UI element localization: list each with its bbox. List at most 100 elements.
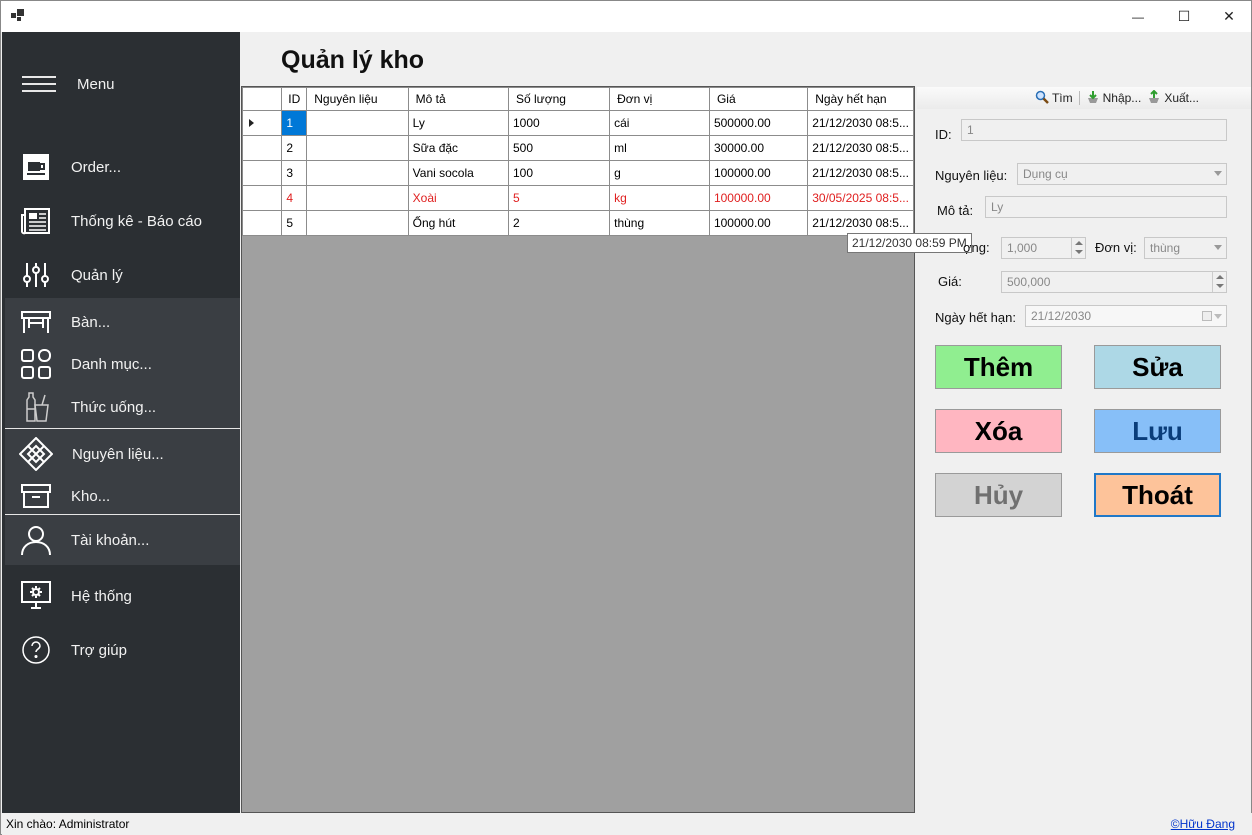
row-header[interactable] [241,210,283,236]
quantity-stepper[interactable]: 1,000 [1001,237,1086,259]
exit-button[interactable]: Thoát [1094,473,1221,517]
cell-ingredient[interactable] [306,110,409,136]
cell-description[interactable]: Xoài [407,185,509,211]
expiry-label: Ngày hết hạn: [935,310,1016,325]
user-icon [19,523,53,557]
column-header-unit[interactable]: Đơn vị [609,87,710,111]
column-header-quantity[interactable]: Số lượng [507,87,611,111]
delete-button[interactable]: Xóa [935,409,1062,453]
inventory-grid[interactable]: ID Nguyên liệu Mô tả Số lượng Đơn vị Giá… [241,86,915,813]
close-button[interactable]: ✕ [1206,1,1252,32]
table-row[interactable]: 2 Sữa đặc 500 ml 30000.00 21/12/2030 08:5... [241,135,914,161]
cell-unit[interactable]: kg [609,185,710,211]
cell-description[interactable]: Vani socola [407,160,509,186]
description-field[interactable]: Ly [985,196,1227,218]
spinner-arrows-icon[interactable] [1212,272,1226,292]
column-header-price[interactable]: Giá [708,87,809,111]
cell-description[interactable]: Sữa đặc [407,135,509,161]
quantity-value: 1,000 [1007,241,1038,255]
find-button[interactable]: Tìm [1035,90,1073,107]
menu-label: Menu [77,75,115,93]
cell-expiry[interactable]: 21/12/2030 08:5... [807,210,914,236]
maximize-button[interactable]: ☐ [1161,1,1207,32]
cell-ingredient[interactable] [306,135,409,161]
add-button[interactable]: Thêm [935,345,1062,389]
table-row[interactable]: 3 Vani socola 100 g 100000.00 21/12/2030 08:5… [241,160,914,186]
cell-expiry[interactable]: 21/12/2030 08:5... [807,135,914,161]
row-header[interactable] [241,185,283,211]
table-row[interactable]: 5 Ống hút 2 thùng 100000.00 21/12/2030 08:5..… [241,210,914,236]
row-header[interactable] [241,160,283,186]
sidebar-item-warehouse[interactable]: Kho... [2,479,240,513]
sidebar-item-account[interactable]: Tài khoản... [2,523,240,557]
cell-price[interactable]: 500000.00 [708,110,809,136]
price-value: 500,000 [1007,275,1051,289]
cell-expiry[interactable]: 21/12/2030 08:5... [807,160,914,186]
import-button[interactable]: Nhập... [1086,90,1141,107]
cell-description[interactable]: Ống hút [407,210,509,236]
cancel-button[interactable]: Hủy [935,473,1062,517]
cell-unit[interactable]: g [609,160,710,186]
cell-ingredient[interactable] [306,210,409,236]
sidebar-item-help[interactable]: Trợ giúp [2,633,240,667]
column-header-description[interactable]: Mô tả [407,87,509,111]
cell-price[interactable]: 30000.00 [708,135,809,161]
spinner-arrows-icon[interactable] [1071,238,1085,258]
author-link[interactable]: ©Hữu Đang [1171,817,1235,831]
cell-quantity[interactable]: 100 [507,160,611,186]
row-header[interactable] [241,110,283,136]
cell-id[interactable]: 2 [281,135,308,161]
hamburger-icon [22,75,56,93]
sidebar-item-system[interactable]: Hệ thống [2,579,240,613]
table-row[interactable]: 1 Ly 1000 cái 500000.00 21/12/2030 08:5... [241,110,914,136]
export-button[interactable]: Xuất... [1147,89,1199,107]
sidebar-item-label: Order... [71,158,122,176]
cell-quantity[interactable]: 2 [507,210,611,236]
sidebar-item-tables[interactable]: Bàn... [2,305,240,339]
cell-ingredient[interactable] [306,185,409,211]
cell-price[interactable]: 100000.00 [708,210,809,236]
sidebar-item-ingredients[interactable]: Nguyên liệu... [2,437,240,471]
edit-button[interactable]: Sửa [1094,345,1221,389]
cell-unit[interactable]: cái [609,110,710,136]
search-icon [1035,90,1049,107]
table-row[interactable]: 4 Xoài 5 kg 100000.00 30/05/2025 08:5... [241,185,914,211]
cell-quantity[interactable]: 5 [507,185,611,211]
cell-price[interactable]: 100000.00 [708,185,809,211]
cell-quantity[interactable]: 1000 [507,110,611,136]
unit-label: Đơn vị: [1095,240,1137,255]
sidebar-item-reports[interactable]: Thống kê - Báo cáo [2,204,240,238]
menu-toggle[interactable]: Menu [22,72,115,96]
maximize-icon: ☐ [1177,8,1191,24]
minimize-button[interactable]: — [1115,1,1161,32]
cell-id[interactable]: 3 [281,160,308,186]
column-header-id[interactable]: ID [281,87,308,111]
ingredient-select[interactable]: Dụng cụ [1017,163,1227,185]
cell-quantity[interactable]: 500 [507,135,611,161]
sidebar-item-categories[interactable]: Danh mục... [2,347,240,381]
cell-ingredient[interactable] [306,160,409,186]
price-stepper[interactable]: 500,000 [1001,271,1227,293]
cell-unit[interactable]: ml [609,135,710,161]
row-header-corner [241,87,283,111]
sidebar-item-order[interactable]: Order... [2,150,240,184]
sidebar-item-management[interactable]: Quản lý [2,258,240,292]
cell-price[interactable]: 100000.00 [708,160,809,186]
column-header-expiry[interactable]: Ngày hết hạn [807,87,914,111]
cell-description[interactable]: Ly [407,110,509,136]
cell-id[interactable]: 5 [281,210,308,236]
expiry-date-picker[interactable]: 21/12/2030 [1025,305,1227,327]
cell-unit[interactable]: thùng [609,210,710,236]
column-header-ingredient[interactable]: Nguyên liệu [306,87,409,111]
cell-id[interactable]: 4 [281,185,308,211]
id-field[interactable]: 1 [961,119,1227,141]
sliders-icon [19,258,53,292]
cell-expiry[interactable]: 30/05/2025 08:5... [807,185,914,211]
calendar-icon[interactable] [1202,311,1212,321]
cell-expiry[interactable]: 21/12/2030 08:5... [807,110,914,136]
row-header[interactable] [241,135,283,161]
save-button[interactable]: Lưu [1094,409,1221,453]
sidebar-item-drinks[interactable]: Thức uống... [2,390,240,424]
unit-select[interactable]: thùng [1144,237,1227,259]
cell-id[interactable]: 1 [281,110,308,136]
